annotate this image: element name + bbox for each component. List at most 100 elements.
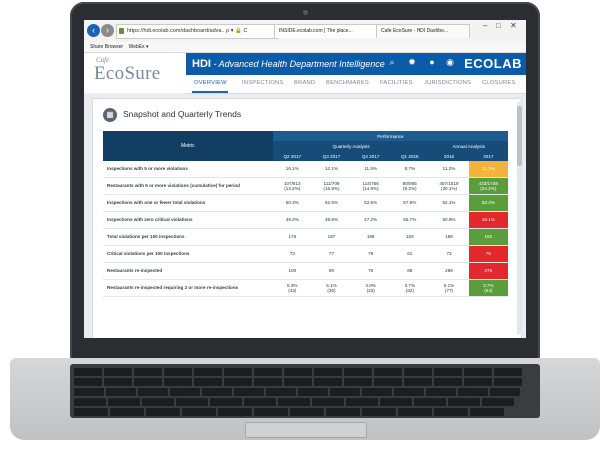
key xyxy=(374,378,402,386)
key xyxy=(104,368,132,376)
metric-value: 52.6% xyxy=(351,194,391,212)
key xyxy=(218,408,252,416)
help-icon[interactable]: ● xyxy=(426,57,438,67)
metric-value: 175 xyxy=(272,228,312,246)
favorite-share-browser[interactable]: Share Browser xyxy=(90,44,123,50)
metric-value: 5.3% (43) xyxy=(272,279,312,297)
metric-value: 61 xyxy=(390,245,430,263)
key xyxy=(482,398,514,406)
metric-value: 50.8% xyxy=(429,211,469,229)
metric-value: 103 xyxy=(390,228,430,246)
browser-tab-ecosure[interactable]: Cafe EcoSure - HDI Dashbo... xyxy=(376,24,470,38)
key xyxy=(110,408,144,416)
favorite-webex[interactable]: WebEx ▾ xyxy=(129,44,149,50)
scrollbar-thumb[interactable] xyxy=(517,106,522,166)
performance-header: Performance xyxy=(272,131,508,141)
metric-value: 52.1% xyxy=(429,194,469,212)
minimize-icon[interactable]: – xyxy=(483,21,487,30)
address-bar[interactable]: https://hdi.ecolab.com/dashboard/adva.. … xyxy=(116,24,278,39)
tab-benchmarks[interactable]: BENCHMARKS xyxy=(326,80,369,86)
maximize-icon[interactable]: □ xyxy=(496,21,501,30)
tab-overview[interactable]: OVERVIEW xyxy=(194,80,227,86)
key xyxy=(464,378,492,386)
nav-tabs: OVERVIEW INSPECTIONS BRAND BENCHMARKS FA… xyxy=(186,75,526,94)
key xyxy=(210,398,242,406)
metric-name: Inspections with zero critical violation… xyxy=(103,211,273,229)
table-row[interactable]: Inspections with 5 or more violations 16.… xyxy=(103,161,508,178)
touchpad xyxy=(245,422,367,438)
metric-value: 12.1% xyxy=(311,161,352,178)
key xyxy=(74,378,102,386)
metric-value: 276 xyxy=(468,262,508,280)
key xyxy=(164,368,192,376)
key xyxy=(254,378,282,386)
key xyxy=(394,388,424,396)
metric-value: 5.1% (36) xyxy=(311,279,352,297)
key xyxy=(142,398,174,406)
key xyxy=(194,368,222,376)
table-row[interactable]: Total violations per 100 inspections 175 1… xyxy=(103,228,508,246)
user-icon[interactable]: ◉ xyxy=(444,57,456,68)
tab-brand[interactable]: BRAND xyxy=(294,80,315,86)
key xyxy=(312,398,344,406)
tab-inspections[interactable]: INSPECTIONS xyxy=(242,80,284,86)
app-title: HDI - Advanced Health Department Intelli… xyxy=(192,58,385,70)
metric-value: 11.1% xyxy=(468,161,508,178)
table-row[interactable]: Inspections with one or fewer total viol… xyxy=(103,194,508,212)
key xyxy=(470,408,504,416)
metric-value: 80/865 (9.2%) xyxy=(390,177,430,195)
gear-icon[interactable]: ✹ xyxy=(406,57,418,68)
key xyxy=(266,388,296,396)
key xyxy=(202,388,232,396)
metric-value: 49.3% xyxy=(272,211,312,229)
key xyxy=(464,368,492,376)
forward-icon[interactable]: › xyxy=(101,24,114,37)
key xyxy=(176,398,208,406)
metric-value: 79 xyxy=(351,245,391,263)
table-row[interactable]: Restaurants re-inspected 100 90 76 68 289 276 xyxy=(103,262,508,280)
key xyxy=(346,398,378,406)
key xyxy=(134,378,162,386)
key xyxy=(362,388,392,396)
table-body: Inspections with 5 or more violations 16.… xyxy=(103,161,508,297)
key xyxy=(434,408,468,416)
close-icon[interactable]: ✕ xyxy=(510,21,517,30)
key xyxy=(224,378,252,386)
metric-value: 68 xyxy=(390,262,430,280)
metric-value: 57.9% xyxy=(390,194,430,212)
annual-header: Annual Analysis xyxy=(429,141,508,151)
metric-value: 11.5% xyxy=(351,161,391,178)
back-icon[interactable]: ‹ xyxy=(87,24,100,37)
key xyxy=(414,398,446,406)
tab-label: INSIDE.ecolab.com | The place... xyxy=(279,28,353,34)
metric-value: 90 xyxy=(311,262,352,280)
key xyxy=(434,378,462,386)
quarterly-header: Quarterly Analysis xyxy=(272,141,430,151)
key xyxy=(254,368,282,376)
browser-tab-inside[interactable]: INSIDE.ecolab.com | The place... xyxy=(274,24,380,38)
search-icon[interactable]: ⌕ xyxy=(386,57,398,68)
key xyxy=(104,378,132,386)
key xyxy=(278,398,310,406)
app-title-main: HDI xyxy=(192,58,211,70)
brand-logo[interactable]: EcoSure xyxy=(94,63,160,85)
table-row[interactable]: Inspections with zero critical violation… xyxy=(103,211,508,229)
metric-value: 198 xyxy=(429,228,469,246)
metric-value: 433/1748 (24.2%) xyxy=(468,177,508,195)
key xyxy=(344,378,372,386)
metric-value: 107/813 (13.2%) xyxy=(272,177,312,195)
table-row[interactable]: Critical violations per 100 inspections 7… xyxy=(103,245,508,263)
key xyxy=(404,368,432,376)
tab-closures[interactable]: CLOSURES xyxy=(482,80,516,86)
key xyxy=(330,388,360,396)
table-row[interactable]: Restaurants re-inspected requiring 2 or … xyxy=(103,279,508,297)
tab-facilities[interactable]: FACILITIES xyxy=(380,80,413,86)
vertical-scrollbar[interactable] xyxy=(517,102,522,334)
metric-value: 188 xyxy=(351,228,391,246)
active-tab-indicator xyxy=(192,91,228,93)
table-row[interactable]: Restaurants with 5 or more violations (c… xyxy=(103,177,508,195)
tab-jurisdictions[interactable]: JURISDICTIONS xyxy=(424,80,471,86)
key xyxy=(374,368,402,376)
metric-header: Metric xyxy=(103,131,273,161)
key xyxy=(290,408,324,416)
